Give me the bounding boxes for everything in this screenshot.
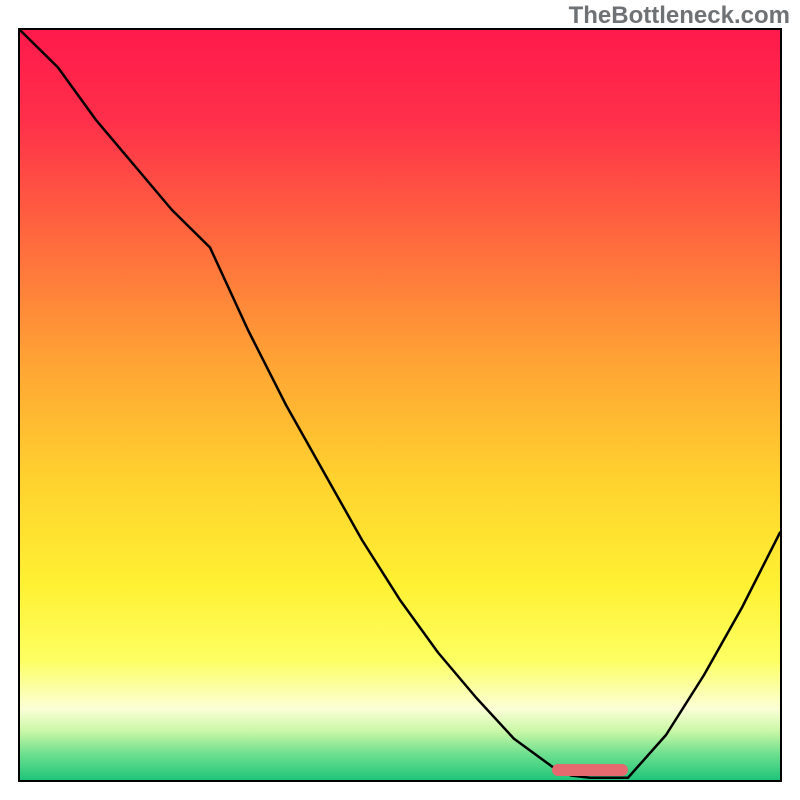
watermark-text: TheBottleneck.com [569, 2, 790, 30]
plot-svg [18, 28, 782, 782]
gradient-background [20, 30, 780, 780]
plot-area [18, 28, 782, 782]
chart-container: TheBottleneck.com [0, 0, 800, 800]
optimal-range-marker [552, 764, 628, 776]
